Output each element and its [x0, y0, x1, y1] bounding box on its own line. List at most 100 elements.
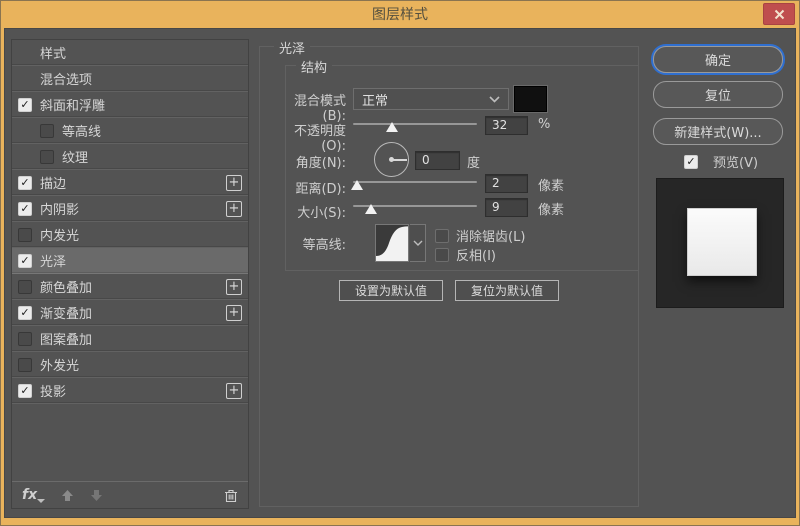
- style-checkbox[interactable]: ✓: [18, 175, 32, 190]
- antialias-checkbox[interactable]: [435, 228, 449, 243]
- sidebar-item[interactable]: ✓ 投影 +: [12, 378, 248, 404]
- close-button[interactable]: [763, 3, 795, 25]
- close-icon: [774, 9, 784, 19]
- action-column: 确定 复位 新建样式(W)... ✓ 预览(V): [651, 29, 797, 517]
- style-checkbox[interactable]: [18, 357, 32, 372]
- add-effect-button[interactable]: +: [226, 200, 242, 217]
- size-input[interactable]: 9: [485, 198, 528, 217]
- style-checkbox[interactable]: [18, 331, 32, 346]
- contour-curve-icon: [376, 226, 408, 261]
- style-checkbox[interactable]: ✓: [18, 97, 32, 112]
- sidebar-item[interactable]: 样式: [12, 40, 248, 66]
- sidebar-item[interactable]: ✓ 光泽: [12, 248, 248, 274]
- opacity-label: 不透明度(O):: [293, 124, 346, 154]
- style-checkbox[interactable]: [18, 227, 32, 242]
- layer-style-dialog: 图层样式 样式混合选项 ✓ 斜面和浮雕等高线纹理 ✓ 描边 + ✓ 内阴影 + 内发光 ✓ 光泽颜色叠…: [0, 0, 800, 526]
- new-style-button[interactable]: 新建样式(W)...: [653, 118, 783, 145]
- size-label: 大小(S):: [297, 206, 346, 221]
- sidebar-item-label: 光泽: [40, 255, 67, 270]
- sidebar-item-label: 等高线: [62, 125, 102, 140]
- sidebar-item-label: 纹理: [62, 151, 89, 166]
- reset-button[interactable]: 复位: [653, 81, 783, 108]
- opacity-input[interactable]: 32: [485, 116, 528, 135]
- size-slider-thumb[interactable]: [365, 204, 377, 214]
- antialias-label: 消除锯齿(L): [456, 230, 526, 245]
- fx-menu-button[interactable]: fx: [22, 487, 46, 503]
- delete-effect-button[interactable]: [224, 488, 238, 503]
- distance-unit: 像素: [538, 179, 565, 194]
- opacity-slider[interactable]: [353, 118, 477, 132]
- sidebar-item[interactable]: 等高线: [12, 118, 248, 144]
- distance-slider-thumb[interactable]: [351, 180, 363, 190]
- styles-list: 样式混合选项 ✓ 斜面和浮雕等高线纹理 ✓ 描边 + ✓ 内阴影 + 内发光 ✓ 光泽颜色叠加 + ✓ 渐变…: [12, 40, 248, 481]
- sidebar-item[interactable]: 颜色叠加 +: [12, 274, 248, 300]
- angle-unit: 度: [467, 156, 481, 171]
- sidebar-item-label: 混合选项: [40, 73, 93, 88]
- blend-mode-select[interactable]: 正常: [353, 88, 509, 110]
- sidebar-item-label: 内阴影: [40, 203, 80, 218]
- sidebar-item[interactable]: ✓ 斜面和浮雕: [12, 92, 248, 118]
- contour-picker[interactable]: [375, 224, 409, 262]
- blend-mode-label: 混合模式(B):: [293, 94, 346, 124]
- invert-checkbox-row[interactable]: 反相(I): [435, 245, 496, 264]
- reset-default-button[interactable]: 复位为默认值: [455, 280, 559, 301]
- size-slider[interactable]: [353, 200, 477, 214]
- arrow-up-icon: [62, 489, 74, 501]
- add-effect-button[interactable]: +: [226, 278, 242, 295]
- sidebar-item-label: 斜面和浮雕: [40, 99, 106, 114]
- style-checkbox[interactable]: ✓: [18, 305, 32, 320]
- make-default-button[interactable]: 设置为默认值: [339, 280, 443, 301]
- sidebar-item-label: 渐变叠加: [40, 307, 93, 322]
- chevron-down-icon: [413, 240, 422, 246]
- style-checkbox[interactable]: [40, 123, 54, 138]
- style-checkbox[interactable]: ✓: [18, 201, 32, 216]
- add-effect-button[interactable]: +: [226, 382, 242, 399]
- distance-label: 距离(D):: [295, 182, 346, 197]
- distance-input[interactable]: 2: [485, 174, 528, 193]
- style-checkbox[interactable]: [18, 279, 32, 294]
- distance-slider[interactable]: [351, 176, 477, 190]
- invert-checkbox[interactable]: [435, 247, 449, 262]
- angle-dial[interactable]: [374, 142, 409, 177]
- sidebar-item-label: 投影: [40, 385, 67, 400]
- opacity-slider-thumb[interactable]: [386, 122, 398, 132]
- add-effect-button[interactable]: +: [226, 174, 242, 191]
- move-effect-up-button[interactable]: [61, 489, 74, 502]
- preview-checkbox[interactable]: ✓: [684, 154, 698, 169]
- style-checkbox[interactable]: [40, 149, 54, 164]
- style-checkbox[interactable]: ✓: [18, 253, 32, 268]
- sidebar-item[interactable]: 外发光: [12, 352, 248, 378]
- chevron-down-icon: [489, 95, 500, 103]
- titlebar[interactable]: 图层样式: [0, 0, 800, 28]
- contour-dropdown-button[interactable]: [410, 224, 426, 262]
- sidebar-item[interactable]: 混合选项: [12, 66, 248, 92]
- sidebar-item[interactable]: 纹理: [12, 144, 248, 170]
- sidebar-item[interactable]: ✓ 内阴影 +: [12, 196, 248, 222]
- sidebar-item[interactable]: 内发光: [12, 222, 248, 248]
- add-effect-button[interactable]: +: [226, 304, 242, 321]
- size-unit: 像素: [538, 203, 565, 218]
- sidebar-item-label: 颜色叠加: [40, 281, 93, 296]
- panel-title: 光泽: [274, 38, 311, 57]
- ok-button[interactable]: 确定: [653, 46, 783, 73]
- sidebar-item[interactable]: 图案叠加: [12, 326, 248, 352]
- sidebar-item-label: 外发光: [40, 359, 80, 374]
- opacity-slider-track: [353, 123, 477, 125]
- contour-label: 等高线:: [302, 238, 346, 253]
- distance-slider-track: [353, 181, 477, 183]
- structure-group-title: 结构: [296, 57, 333, 76]
- satin-color-swatch[interactable]: [514, 86, 547, 112]
- sidebar-item-label: 描边: [40, 177, 67, 192]
- move-effect-down-button[interactable]: [90, 489, 103, 502]
- dialog-body: 样式混合选项 ✓ 斜面和浮雕等高线纹理 ✓ 描边 + ✓ 内阴影 + 内发光 ✓ 光泽颜色叠加 + ✓ 渐变…: [4, 28, 796, 518]
- preview-thumbnail: [656, 178, 784, 308]
- sidebar-item[interactable]: ✓ 描边 +: [12, 170, 248, 196]
- angle-input[interactable]: 0: [415, 151, 460, 170]
- style-checkbox[interactable]: ✓: [18, 383, 32, 398]
- preview-checkbox-row[interactable]: ✓ 预览(V): [684, 152, 758, 171]
- antialias-checkbox-row[interactable]: 消除锯齿(L): [435, 226, 525, 245]
- angle-dial-needle: [392, 159, 407, 161]
- arrow-down-icon: [91, 489, 103, 501]
- angle-label: 角度(N):: [295, 156, 346, 171]
- sidebar-item[interactable]: ✓ 渐变叠加 +: [12, 300, 248, 326]
